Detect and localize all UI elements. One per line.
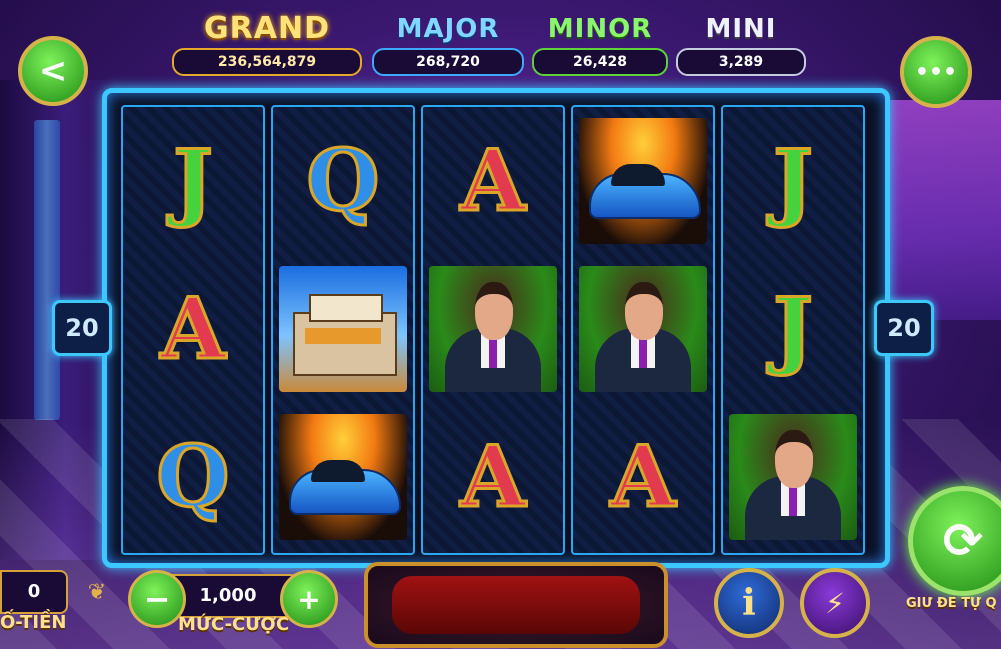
more-dots-icon: ••• [914, 59, 958, 85]
reel-cell [573, 255, 713, 403]
minus-icon: − [143, 580, 171, 618]
bet-label: MỨC-CƯỢC [178, 614, 290, 635]
symbol-a-icon: A [609, 427, 677, 526]
symbol-a-icon: A [459, 131, 527, 230]
symbol-man-icon [579, 266, 707, 392]
symbol-a-icon: A [459, 427, 527, 526]
reel-cell [273, 403, 413, 551]
jackpot-grand-amount: 236,564,879 [172, 48, 362, 76]
reel-cell: J [123, 107, 263, 255]
refresh-icon: ⟳ [942, 513, 984, 569]
jackpot-grand-label: GRAND [172, 8, 362, 50]
symbol-q-icon: Q [305, 131, 381, 230]
jackpot-minor-label: MINOR [547, 14, 653, 44]
back-arrow-icon: < [38, 51, 68, 91]
reel-cell: A [123, 255, 263, 403]
menu-button[interactable]: ••• [900, 36, 972, 108]
decrease-bet-button[interactable]: − [128, 570, 186, 628]
ornament-icon: ❦ [87, 580, 107, 605]
reel-1: JAQ [121, 105, 265, 555]
increase-bet-button[interactable]: + [280, 570, 338, 628]
info-button[interactable]: i [714, 568, 784, 638]
reel-cell [423, 255, 563, 403]
symbol-q-icon: Q [155, 427, 231, 526]
jackpot-major-label: MAJOR [396, 14, 500, 44]
jackpot-grand: GRAND 236,564,879 [172, 8, 362, 84]
jackpot-minor-amount: 26,428 [532, 48, 668, 76]
back-button[interactable]: < [18, 36, 88, 106]
jackpot-mini-label: MINI [705, 14, 777, 44]
jackpot-major-amount: 268,720 [372, 48, 524, 76]
reel-cell: A [423, 107, 563, 255]
reel-cell: Q [123, 403, 263, 551]
reel-frame: JAQQAAAJJ [102, 88, 890, 568]
symbol-j-icon: J [772, 279, 815, 378]
jackpot-major: MAJOR 268,720 [372, 8, 524, 84]
jackpot-mini-amount: 3,289 [676, 48, 806, 76]
reel-4: A [571, 105, 715, 555]
jackpot-mini: MINI 3,289 [676, 8, 806, 84]
spin-hold-label: GIỮ ĐỂ TỰ Q [906, 596, 997, 611]
win-display-inner [392, 576, 640, 634]
reel-cell: J [723, 255, 863, 403]
reel-5: JJ [721, 105, 865, 555]
plus-icon: + [297, 582, 321, 616]
symbol-car-icon [279, 414, 407, 540]
lightning-icon: ⚡ [825, 586, 845, 620]
jackpot-minor: MINOR 26,428 [532, 8, 668, 84]
background-pillar [34, 120, 60, 420]
paylines-left-badge: 20 [52, 300, 112, 356]
reel-cell: A [573, 403, 713, 551]
reel-cell [573, 107, 713, 255]
symbol-j-icon: J [772, 131, 815, 230]
reel-cell [723, 403, 863, 551]
symbol-a-icon: A [159, 279, 227, 378]
symbol-man-icon [729, 414, 857, 540]
symbol-car-icon [579, 118, 707, 244]
reel-cell: Q [273, 107, 413, 255]
symbol-house-icon [279, 266, 407, 392]
symbol-man-icon [429, 266, 557, 392]
paylines-right-badge: 20 [874, 300, 934, 356]
turbo-button[interactable]: ⚡ [800, 568, 870, 638]
balance-label: Ố-TIỀN [0, 612, 67, 633]
balance-display: 0 [0, 570, 68, 614]
reel-cell: A [423, 403, 563, 551]
reel-2: Q [271, 105, 415, 555]
reel-cell: J [723, 107, 863, 255]
reel-3: AA [421, 105, 565, 555]
reel-cell [273, 255, 413, 403]
info-icon: i [742, 582, 756, 624]
symbol-j-icon: J [172, 131, 215, 230]
win-display [364, 562, 668, 648]
